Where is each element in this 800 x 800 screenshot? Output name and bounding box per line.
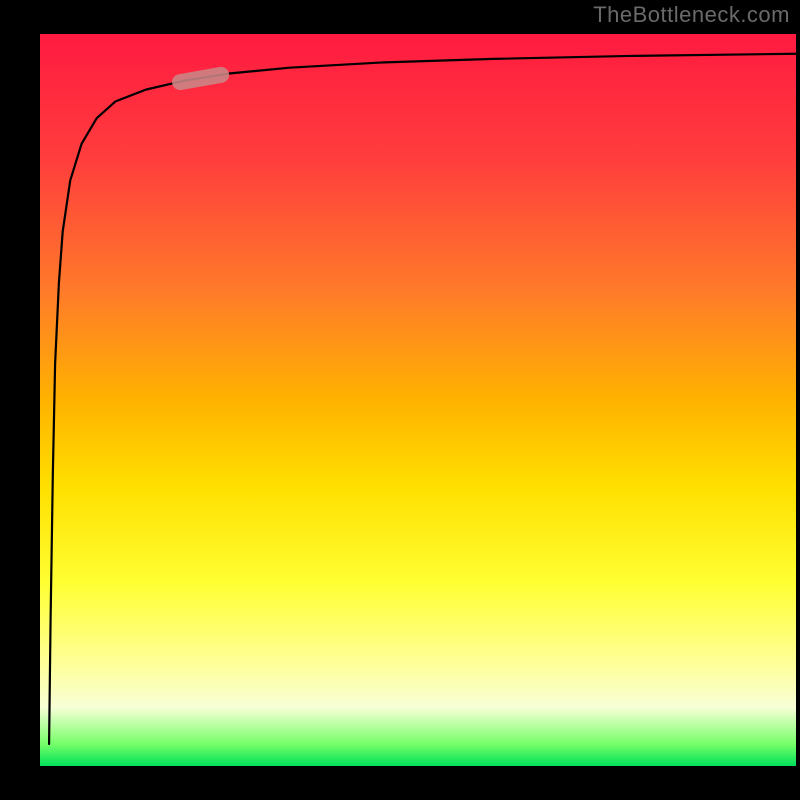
chart-svg (40, 34, 796, 766)
curve-marker (171, 66, 230, 92)
watermark-text: TheBottleneck.com (593, 2, 790, 28)
chart-frame: TheBottleneck.com (0, 0, 800, 800)
bottleneck-curve (49, 54, 796, 744)
